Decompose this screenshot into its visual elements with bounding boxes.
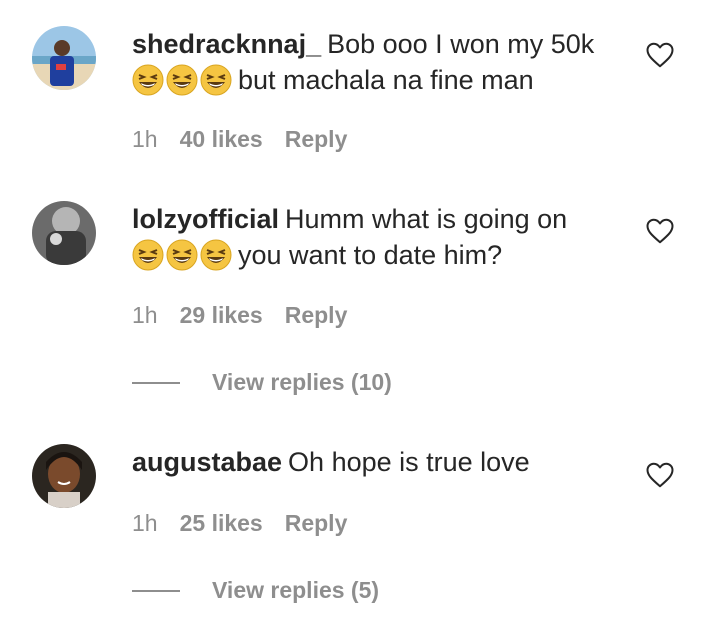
grinning-squinting-face-emoji-icon [200,64,232,96]
comment-meta: 1h 25 likes Reply [132,510,347,537]
emoji-group [132,239,232,271]
comment-time: 1h [132,302,158,328]
grinning-squinting-face-emoji-icon [132,64,164,96]
comment-username[interactable]: shedracknnaj_ [132,29,321,59]
reply-button[interactable]: Reply [285,126,348,153]
avatar[interactable] [32,201,96,265]
comment-body-line1: Humm what is going on [285,204,568,234]
avatar-image [32,201,96,265]
reply-button[interactable]: Reply [285,510,348,537]
like-heart-icon[interactable] [645,40,675,70]
view-replies-button[interactable]: View replies (5) [132,577,379,604]
comment-time: 1h [132,126,158,152]
divider-line [132,589,180,592]
comment-meta: 1h 29 likes Reply [132,302,347,329]
comment-likes[interactable]: 40 likes [180,126,263,153]
comment-meta: 1h 40 likes Reply [132,126,347,153]
reply-button[interactable]: Reply [285,302,348,329]
avatar[interactable] [32,26,96,90]
avatar[interactable] [32,444,96,508]
grinning-squinting-face-emoji-icon [132,239,164,271]
avatar-image [32,26,96,90]
comment-username[interactable]: augustabae [132,447,282,477]
view-replies-label: View replies (10) [212,369,392,395]
comment-body-line1: Oh hope is true love [288,447,530,477]
comment-likes[interactable]: 25 likes [180,510,263,537]
grinning-squinting-face-emoji-icon [166,239,198,271]
comment-text: shedracknnaj_ Bob ooo I won my 50k but ma… [132,26,612,98]
view-replies-label: View replies (5) [212,577,380,603]
comment-text: lolzyofficial Humm what is going on you w… [132,201,612,273]
like-heart-icon[interactable] [645,216,675,246]
comment-time: 1h [132,510,158,536]
view-replies-button[interactable]: View replies (10) [132,369,392,396]
grinning-squinting-face-emoji-icon [200,239,232,271]
grinning-squinting-face-emoji-icon [166,64,198,96]
comment-username[interactable]: lolzyofficial [132,204,279,234]
like-heart-icon[interactable] [645,460,675,490]
divider-line [132,381,180,384]
avatar-image [32,444,96,508]
comment-text: augustabae Oh hope is true love [132,444,612,480]
comment-likes[interactable]: 29 likes [180,302,263,329]
emoji-group [132,64,232,96]
comment-body-line1: Bob ooo I won my 50k [327,29,595,59]
comment-body-line2: but machala na fine man [238,65,534,95]
comment-body-line2: you want to date him? [238,240,503,270]
